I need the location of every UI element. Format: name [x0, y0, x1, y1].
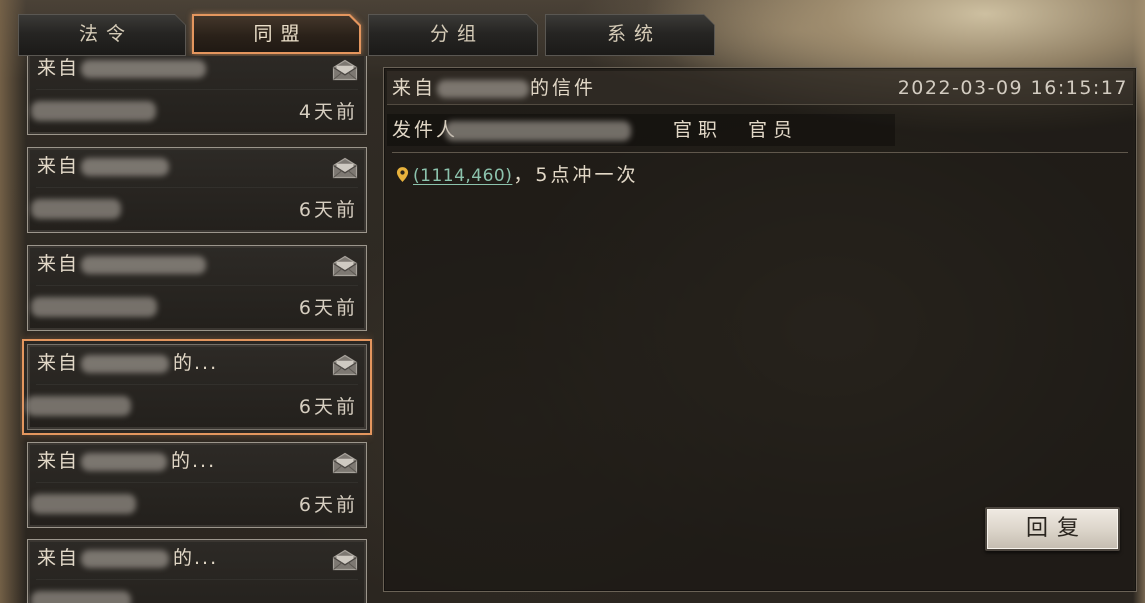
message-body: (1114,460)，5点冲一次 — [396, 163, 638, 188]
mail-time: 6天前 — [298, 396, 358, 418]
item-divider — [36, 285, 358, 286]
mail-sender-line: 来自 — [37, 252, 207, 276]
header-divider — [392, 152, 1128, 153]
location-pin-icon — [396, 167, 409, 182]
sender-suffix: 的... — [173, 352, 219, 374]
redacted-preview — [31, 297, 157, 317]
mail-sender-line: 来自 的... — [37, 351, 218, 375]
mail-sender-line: 来自 — [37, 154, 170, 178]
tab-label: 法令 — [78, 23, 133, 45]
envelope-icon — [332, 452, 358, 474]
redacted-sender-name — [81, 59, 207, 78]
sender-prefix: 来自 — [37, 57, 80, 79]
mail-sender-line: 来自 — [37, 56, 207, 80]
mail-sender-line: 来自 的... — [37, 546, 218, 570]
sender-suffix: 的... — [171, 450, 217, 472]
rank-label: 官职 — [673, 119, 724, 141]
tab-system[interactable]: 系统 — [545, 14, 715, 56]
envelope-icon — [332, 157, 358, 179]
mail-screen: 法令 同盟 分组 系统 来自 4天前 来自 6天前 来自 6天前 来自 的...… — [0, 0, 1145, 603]
mail-time: 6天前 — [298, 199, 358, 221]
redacted-preview — [26, 396, 131, 416]
tab-decrees[interactable]: 法令 — [18, 14, 186, 56]
envelope-icon — [332, 59, 358, 81]
redacted-sender-name — [81, 549, 170, 568]
coordinate-link[interactable]: (1114,460) — [413, 166, 512, 186]
redacted-sender-name — [81, 255, 207, 274]
tab-groups[interactable]: 分组 — [368, 14, 538, 56]
sender-suffix: 的... — [173, 547, 219, 569]
redacted-preview — [31, 591, 131, 603]
item-divider — [36, 187, 358, 188]
envelope-icon — [332, 549, 358, 571]
mail-time: 6天前 — [298, 494, 358, 516]
item-divider — [36, 384, 358, 385]
message-text: ，5点冲一次 — [513, 164, 639, 186]
envelope-icon — [332, 354, 358, 376]
mail-list-item[interactable]: 来自 4天前 — [27, 56, 367, 135]
rank-value: 官员 — [748, 119, 799, 141]
sender-prefix: 来自 — [37, 352, 80, 374]
item-divider — [36, 89, 358, 90]
redacted-preview — [31, 199, 121, 219]
mail-sender-line: 来自 的... — [37, 449, 216, 473]
mail-list-item[interactable]: 来自 的... 6天前 — [27, 442, 367, 528]
reply-button-label: 回复 — [1025, 516, 1088, 541]
tab-label: 系统 — [606, 23, 661, 45]
mail-list-item[interactable]: 来自 6天前 — [27, 147, 367, 233]
mail-list-item[interactable]: 来自 的... 6天前 — [26, 344, 367, 430]
sender-prefix: 来自 — [37, 155, 80, 177]
redacted-preview — [31, 101, 156, 121]
reply-button[interactable]: 回复 — [985, 507, 1120, 551]
redacted-sender-name — [81, 157, 170, 176]
mail-list-item[interactable]: 来自 的... — [27, 539, 367, 603]
title-prefix: 来自 — [392, 77, 437, 99]
item-divider — [36, 579, 358, 580]
tab-alliance[interactable]: 同盟 — [192, 14, 361, 54]
title-suffix: 的信件 — [530, 77, 597, 99]
envelope-icon — [332, 255, 358, 277]
tab-label: 同盟 — [253, 23, 308, 45]
mail-list: 来自 4天前 来自 6天前 来自 6天前 来自 的... 6天前 来自 的...… — [20, 56, 374, 603]
mail-time: 6天前 — [298, 297, 358, 319]
redacted-sender-name — [81, 354, 170, 373]
mail-list-item[interactable]: 来自 6天前 — [27, 245, 367, 331]
redacted-sender-name — [437, 79, 530, 98]
sender-prefix: 来自 — [37, 253, 80, 275]
sender-prefix: 来自 — [37, 450, 80, 472]
sender-prefix: 来自 — [37, 547, 80, 569]
message-panel: 来自 的信件 2022-03-09 16:15:17 发件人 官职 官员 (111… — [383, 67, 1137, 592]
sender-row: 发件人 官职 官员 — [387, 114, 895, 146]
item-divider — [36, 482, 358, 483]
mail-time: 4天前 — [298, 101, 358, 123]
tab-label: 分组 — [429, 23, 484, 45]
message-date: 2022-03-09 16:15:17 — [897, 77, 1128, 99]
redacted-preview — [31, 494, 136, 514]
redacted-sender-name — [445, 121, 631, 141]
redacted-sender-name — [81, 452, 168, 471]
message-title: 来自 的信件 — [392, 75, 596, 101]
message-header: 来自 的信件 2022-03-09 16:15:17 — [387, 71, 1133, 105]
